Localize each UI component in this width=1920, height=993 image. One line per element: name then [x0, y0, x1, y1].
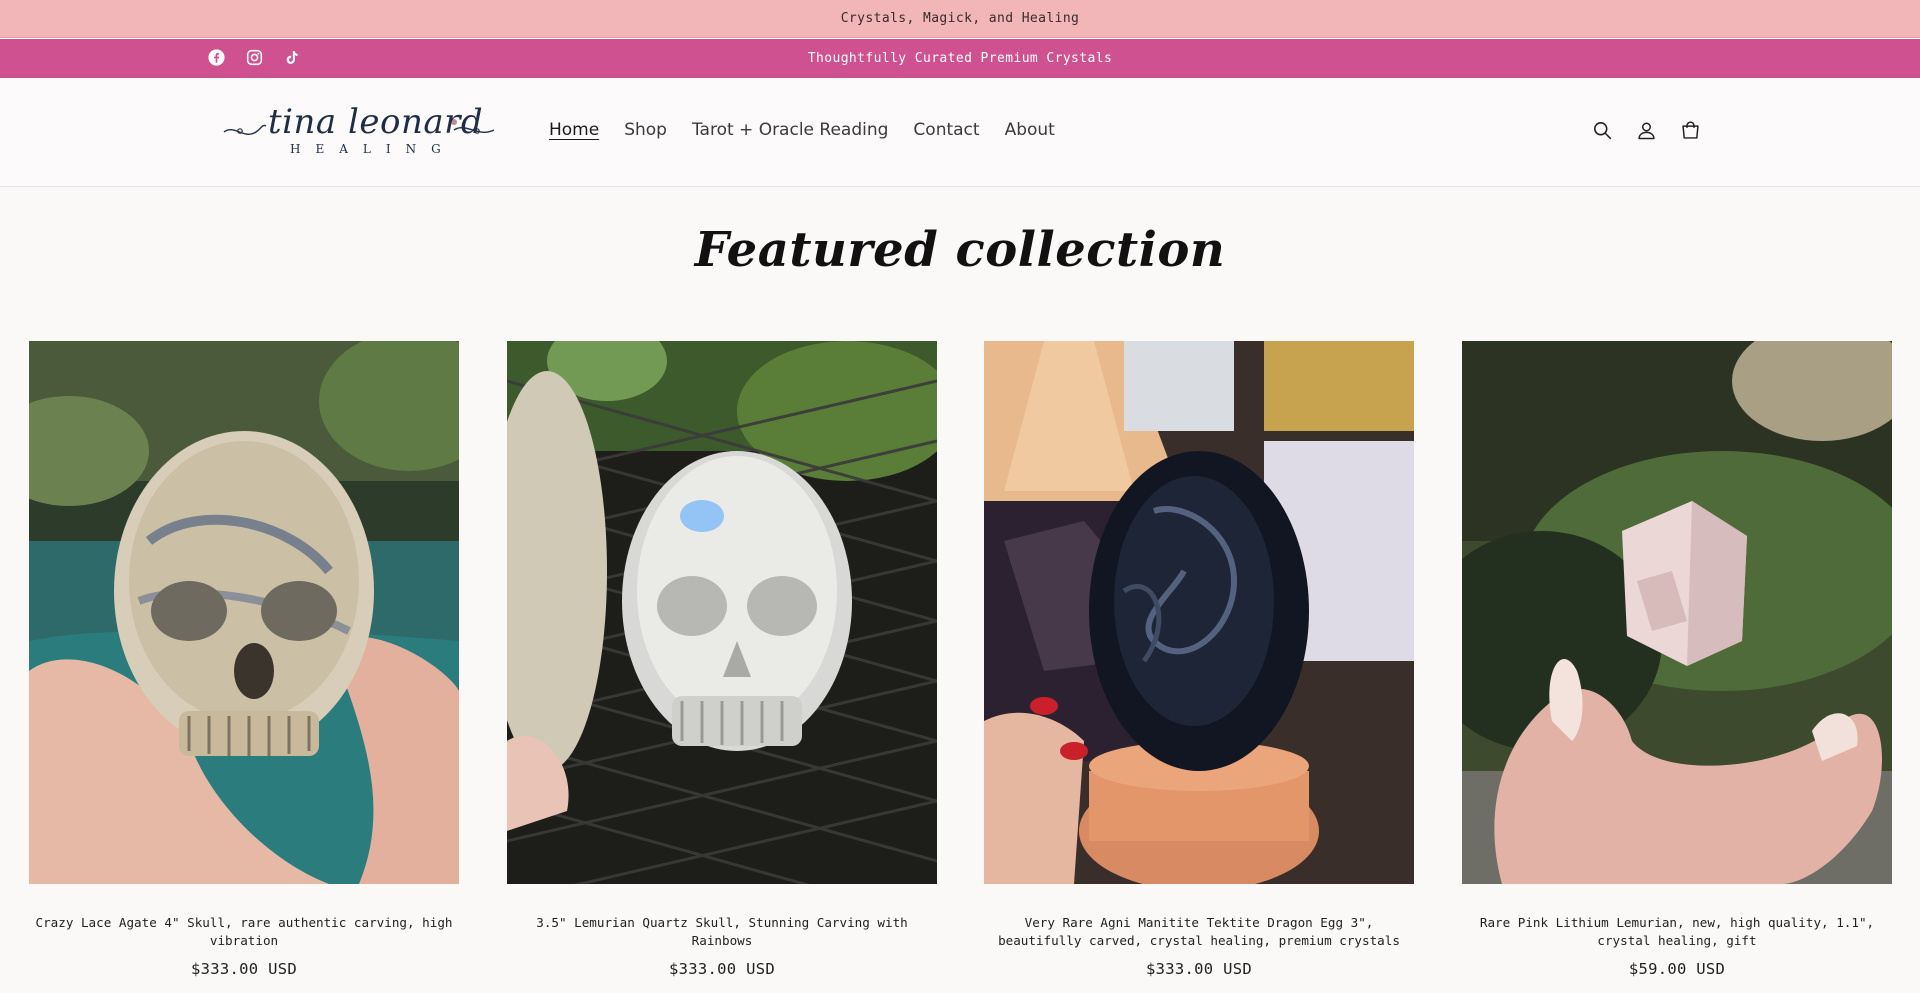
product-card[interactable]: Very Rare Agni Manitite Tektite Dragon E… — [984, 341, 1414, 978]
product-image-agate-skull[interactable] — [29, 341, 459, 884]
account-icon[interactable] — [1635, 119, 1657, 141]
nav-contact[interactable]: Contact — [913, 120, 979, 140]
product-card[interactable]: 3.5" Lemurian Quartz Skull, Stunning Car… — [507, 341, 937, 978]
logo-script-text: tina leonard — [268, 102, 484, 142]
tiktok-icon[interactable] — [282, 47, 302, 67]
announcement-bar-text: Thoughtfully Curated Premium Crystals — [807, 51, 1113, 66]
product-image-pink-lemurian[interactable] — [1462, 341, 1892, 884]
facebook-icon[interactable] — [206, 47, 226, 67]
product-price: $333.00 USD — [191, 960, 297, 978]
product-grid: Crazy Lace Agate 4" Skull, rare authenti… — [29, 341, 1892, 993]
product-price: $59.00 USD — [1628, 960, 1726, 978]
nav-home[interactable]: Home — [549, 120, 599, 140]
site-logo[interactable]: tina leonard HEALING — [222, 102, 498, 164]
nav-tarot-oracle-reading[interactable]: Tarot + Oracle Reading — [692, 120, 888, 140]
social-links — [206, 47, 302, 67]
instagram-icon[interactable] — [244, 47, 264, 67]
product-name[interactable]: Very Rare Agni Manitite Tektite Dragon E… — [984, 914, 1414, 950]
product-name[interactable]: Crazy Lace Agate 4" Skull, rare authenti… — [29, 914, 459, 950]
product-image-tektite-dragon-egg[interactable] — [984, 341, 1414, 884]
site-header: tina leonard HEALING Home Shop Tarot + O… — [0, 78, 1920, 187]
product-name[interactable]: 3.5" Lemurian Quartz Skull, Stunning Car… — [507, 914, 937, 950]
announcement-top: Crystals, Magick, and Healing — [0, 0, 1920, 38]
product-card[interactable]: Rare Pink Lithium Lemurian, new, high qu… — [1462, 341, 1892, 978]
product-card[interactable]: Crazy Lace Agate 4" Skull, rare authenti… — [29, 341, 459, 978]
search-icon[interactable] — [1591, 119, 1613, 141]
product-name[interactable]: Rare Pink Lithium Lemurian, new, high qu… — [1462, 914, 1892, 950]
nav-shop[interactable]: Shop — [624, 120, 667, 140]
product-price: $333.00 USD — [669, 960, 775, 978]
announcement-top-text: Crystals, Magick, and Healing — [840, 11, 1080, 26]
header-icons — [1591, 119, 1701, 141]
logo-sub-text: HEALING — [290, 142, 456, 156]
main-nav: Home Shop Tarot + Oracle Reading Contact… — [549, 120, 1055, 140]
product-image-quartz-skull[interactable] — [507, 341, 937, 884]
nav-about[interactable]: About — [1005, 120, 1055, 140]
cart-icon[interactable] — [1679, 119, 1701, 141]
section-title: Featured collection — [694, 222, 1226, 278]
product-price: $333.00 USD — [1146, 960, 1252, 978]
